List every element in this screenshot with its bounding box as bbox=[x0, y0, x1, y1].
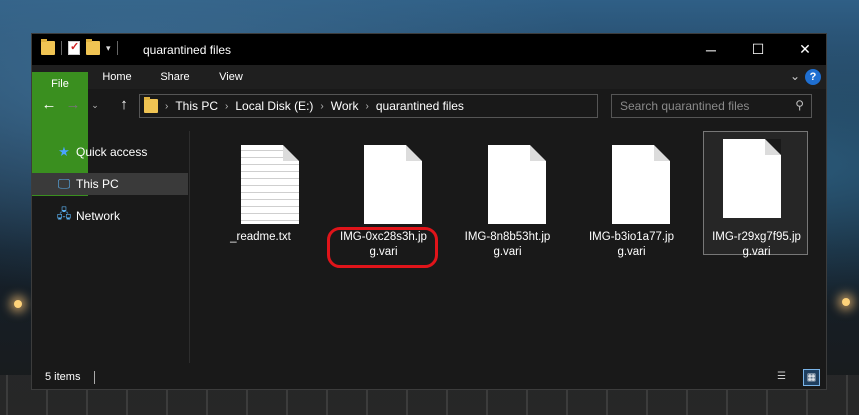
folder-icon bbox=[144, 97, 158, 113]
search-icon: ⚲ bbox=[795, 98, 804, 112]
expand-ribbon-chevron-icon[interactable]: ⌄ bbox=[790, 69, 800, 83]
tab-share[interactable]: Share bbox=[150, 65, 200, 89]
file-item-selected[interactable]: IMG-r29xg7f95.jp g.vari bbox=[703, 131, 808, 258]
breadcrumb-separator-icon[interactable]: › bbox=[225, 101, 228, 112]
star-icon: ★ bbox=[58, 144, 70, 159]
text-file-icon bbox=[241, 145, 299, 224]
file-item[interactable]: _readme.txt bbox=[208, 138, 313, 262]
breadcrumb-separator-icon[interactable]: › bbox=[366, 101, 369, 112]
network-icon: 🖧 bbox=[56, 206, 72, 221]
computer-icon: 🖵 bbox=[57, 176, 71, 191]
navigation-pane: ★ Quick access 🖵 This PC 🖧 Network bbox=[32, 131, 188, 361]
tab-home[interactable]: Home bbox=[92, 65, 142, 89]
file-explorer-window: ▾ quarantined files ─ ☐ ✕ File Home Shar… bbox=[31, 33, 827, 390]
ribbon: File Home Share View ⌄ ? bbox=[32, 65, 826, 196]
file-name-line: _readme.txt bbox=[230, 231, 291, 243]
blank-file-icon bbox=[488, 145, 546, 224]
sidebar-item-this-pc[interactable]: 🖵 This PC bbox=[32, 173, 188, 195]
breadcrumb-separator-icon[interactable]: › bbox=[320, 101, 323, 112]
search-box[interactable]: ⚲ bbox=[611, 94, 812, 118]
item-count: 5 items bbox=[45, 371, 81, 383]
minimize-button[interactable]: ─ bbox=[688, 34, 734, 65]
breadcrumb-separator-icon[interactable]: › bbox=[165, 101, 168, 112]
toolbar-divider bbox=[116, 41, 118, 55]
quick-access-toolbar: ▾ bbox=[41, 39, 118, 55]
background-light bbox=[842, 298, 850, 306]
background-light bbox=[14, 300, 22, 308]
navigation-bar: ← → ⌄ ↑ › This PC › Local Disk (E:) › Wo… bbox=[32, 93, 826, 119]
sidebar-item-label: This PC bbox=[76, 177, 119, 191]
file-name: IMG-b3io1a77.jp g.vari bbox=[579, 230, 684, 260]
forward-arrow-icon[interactable]: → bbox=[63, 96, 83, 113]
tab-view[interactable]: View bbox=[206, 65, 256, 89]
breadcrumb-this-pc[interactable]: This PC bbox=[175, 99, 218, 113]
status-divider bbox=[94, 371, 95, 384]
new-folder-icon[interactable] bbox=[86, 39, 100, 55]
window-title: quarantined files bbox=[143, 43, 232, 57]
file-name-line: g.vari bbox=[493, 246, 522, 258]
back-arrow-icon[interactable]: ← bbox=[39, 96, 59, 113]
file-list: _readme.txt IMG-0xc28s3h.jp g.vari IMG-8… bbox=[190, 131, 826, 363]
search-input[interactable] bbox=[612, 95, 798, 117]
file-name-line: IMG-r29xg7f95.jp bbox=[712, 231, 801, 243]
address-bar[interactable]: › This PC › Local Disk (E:) › Work › qua… bbox=[139, 94, 707, 118]
status-bar: 5 items ☰ ▦ bbox=[32, 367, 826, 389]
close-button[interactable]: ✕ bbox=[782, 34, 828, 65]
breadcrumb-quarantined-files[interactable]: quarantined files bbox=[376, 99, 464, 113]
help-icon[interactable]: ? bbox=[805, 69, 821, 85]
up-arrow-icon[interactable]: ↑ bbox=[114, 96, 134, 113]
file-name: IMG-r29xg7f95.jp g.vari bbox=[704, 230, 809, 260]
folder-icon bbox=[41, 39, 55, 55]
recent-locations-chevron-icon[interactable]: ⌄ bbox=[85, 100, 105, 111]
file-name: IMG-8n8b53ht.jp g.vari bbox=[455, 230, 560, 260]
title-bar: ▾ quarantined files ─ ☐ ✕ bbox=[32, 34, 826, 65]
blank-file-icon bbox=[723, 139, 781, 218]
maximize-button[interactable]: ☐ bbox=[735, 34, 781, 65]
breadcrumb-work[interactable]: Work bbox=[331, 99, 359, 113]
breadcrumb-local-disk[interactable]: Local Disk (E:) bbox=[235, 99, 313, 113]
red-highlight-annotation bbox=[327, 227, 438, 268]
sidebar-item-label: Quick access bbox=[76, 145, 148, 159]
file-name-line: g.vari bbox=[742, 246, 771, 258]
file-name-line: IMG-b3io1a77.jp bbox=[588, 231, 675, 243]
large-icons-view-icon[interactable]: ▦ bbox=[803, 369, 820, 386]
file-item[interactable]: IMG-8n8b53ht.jp g.vari bbox=[455, 138, 560, 262]
customize-toolbar-chevron-icon[interactable]: ▾ bbox=[106, 43, 111, 54]
sidebar-item-label: Network bbox=[76, 209, 121, 223]
blank-file-icon bbox=[612, 145, 670, 224]
properties-icon[interactable] bbox=[68, 40, 80, 55]
sidebar-item-quick-access[interactable]: ★ Quick access bbox=[32, 141, 188, 163]
toolbar-divider bbox=[61, 41, 62, 55]
file-item[interactable]: IMG-b3io1a77.jp g.vari bbox=[579, 138, 684, 262]
blank-file-icon bbox=[364, 145, 422, 224]
file-name-line: g.vari bbox=[617, 246, 646, 258]
file-name: _readme.txt bbox=[208, 230, 313, 245]
sidebar-item-network[interactable]: 🖧 Network bbox=[32, 205, 188, 227]
file-name-line: IMG-8n8b53ht.jp bbox=[464, 231, 551, 243]
details-view-icon[interactable]: ☰ bbox=[773, 369, 790, 386]
file-item[interactable]: IMG-0xc28s3h.jp g.vari bbox=[327, 138, 438, 268]
